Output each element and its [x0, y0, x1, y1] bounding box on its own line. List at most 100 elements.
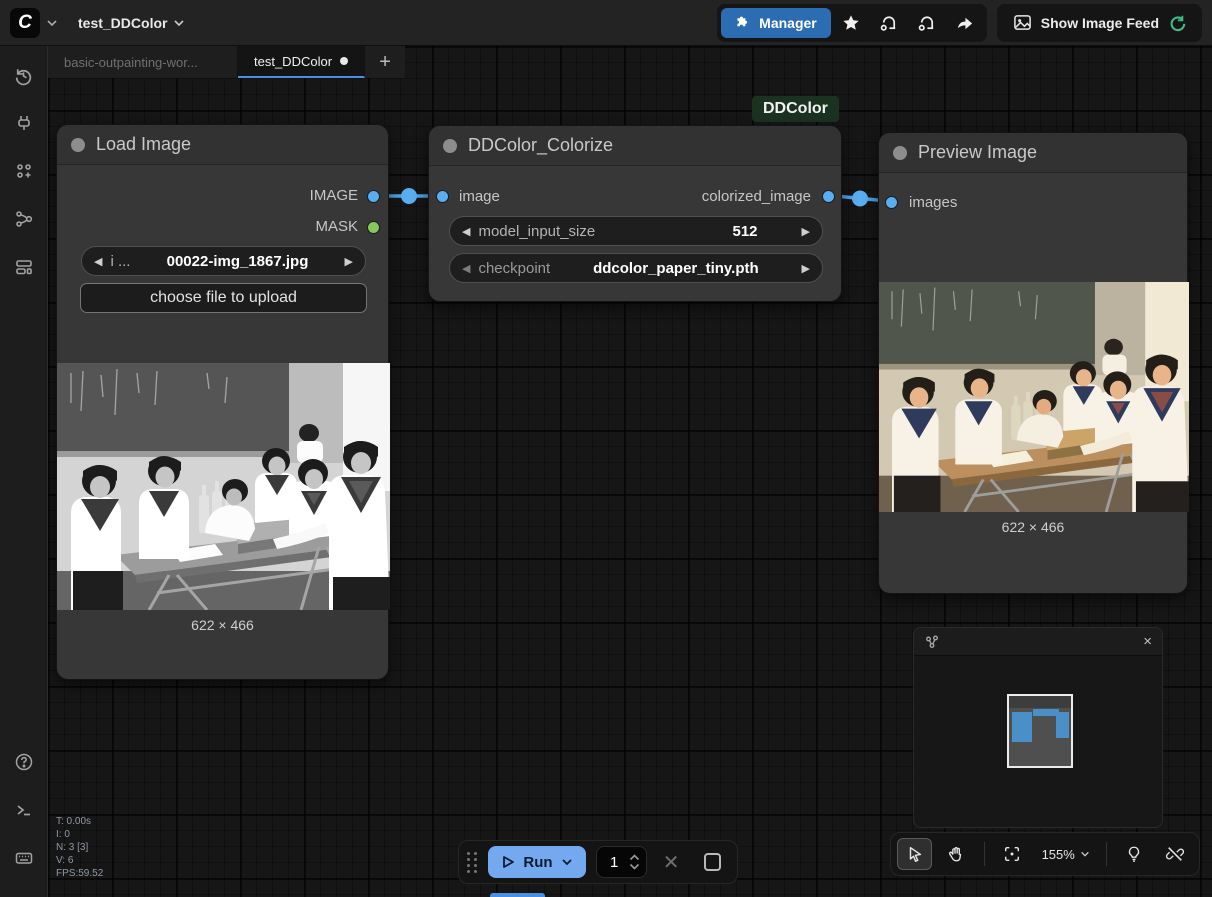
decrement-arrow-icon[interactable]: ◀	[462, 225, 470, 238]
model-input-size-widget[interactable]: ◀ model_input_size 512 ▶	[449, 216, 823, 246]
stop-button[interactable]	[704, 853, 721, 871]
run-options-chevron-icon[interactable]	[561, 856, 573, 868]
node-header[interactable]: Preview Image	[879, 133, 1187, 173]
image-feed-toolbar: Show Image Feed	[997, 4, 1202, 42]
run-control-bar: Run 1 ✕	[458, 840, 738, 884]
output-port-mask[interactable]	[367, 221, 380, 234]
comfyui-logo[interactable]: C	[10, 8, 40, 38]
next-arrow-icon[interactable]: ▶	[802, 262, 810, 275]
toggle-theme-button[interactable]	[1117, 838, 1152, 870]
run-button[interactable]: Run	[488, 846, 586, 878]
minimap-graph-icon	[924, 634, 940, 650]
canvas-stats: T: 0.00s I: 0 N: 3 [3] V: 6 FPS:59.52	[56, 815, 103, 880]
stat-version: V: 6	[56, 854, 103, 867]
node-canvas[interactable]: DDColor Load Image IMAGE MASK ◀ i ... 00…	[48, 46, 1212, 897]
tab-label: test_DDColor	[254, 54, 332, 69]
combo-label: i ...	[110, 253, 130, 270]
workflow-gallery-button[interactable]	[871, 8, 907, 38]
tab-test-ddcolor[interactable]: test_DDColor	[238, 46, 365, 78]
loaded-image-preview	[57, 363, 390, 610]
focus-icon	[1003, 845, 1021, 863]
new-tab-button[interactable]: +	[365, 46, 405, 78]
manager-label: Manager	[759, 15, 817, 31]
cancel-run-button[interactable]: ✕	[657, 850, 686, 875]
increment-arrow-icon[interactable]: ▶	[802, 225, 810, 238]
zoom-level-dropdown[interactable]: 155%	[1036, 847, 1096, 862]
view-toolbar: 155%	[890, 832, 1200, 876]
unsaved-dot-icon	[340, 57, 348, 65]
node-ddcolor-colorize[interactable]: DDColor_Colorize image colorized_image ◀…	[428, 125, 842, 302]
prev-arrow-icon[interactable]: ◀	[462, 262, 470, 275]
vacuum-icon	[879, 13, 898, 32]
checkpoint-widget[interactable]: ◀ checkpoint ddcolor_paper_tiny.pth ▶	[449, 253, 823, 283]
minimap-viewport[interactable]	[1007, 694, 1073, 768]
link-midpoint-dot	[401, 188, 417, 204]
show-image-feed-button[interactable]: Show Image Feed	[1001, 8, 1198, 38]
minimap-group-region	[1009, 696, 1071, 708]
star-icon	[842, 14, 860, 32]
vacuum-icon	[917, 13, 936, 32]
input-port-image[interactable]	[436, 190, 449, 203]
node-preview-image[interactable]: Preview Image images	[878, 132, 1188, 594]
node-load-image[interactable]: Load Image IMAGE MASK ◀ i ... 00022-img_…	[56, 124, 389, 680]
batch-count-input[interactable]: 1	[596, 846, 647, 878]
run-label: Run	[523, 854, 552, 871]
output-label-mask: MASK	[315, 218, 358, 235]
prev-arrow-icon[interactable]: ◀	[94, 255, 102, 268]
output-label-colorized-image: colorized_image	[702, 188, 811, 205]
tab-basic-outpainting[interactable]: basic-outpainting-wor...	[48, 46, 238, 78]
output-port-colorized-image[interactable]	[822, 190, 835, 203]
play-icon	[501, 855, 515, 869]
minimap-node-preview	[1056, 712, 1069, 738]
node-header[interactable]: DDColor_Colorize	[429, 126, 841, 166]
fit-view-button[interactable]	[994, 838, 1029, 870]
workflow-name[interactable]: test_DDColor	[78, 15, 167, 31]
minimap-body[interactable]	[914, 656, 1162, 828]
workflow-gallery-button-2[interactable]	[909, 8, 945, 38]
cursor-icon	[906, 845, 924, 863]
manager-button[interactable]: Manager	[721, 8, 831, 38]
stat-nodes: N: 3 [3]	[56, 841, 103, 854]
sidebar-terminal-button[interactable]	[6, 791, 42, 829]
sidebar-shortcuts-button[interactable]	[6, 839, 42, 877]
sidebar-workflows-button[interactable]	[6, 200, 42, 238]
input-port-images[interactable]	[885, 196, 898, 209]
choose-file-button[interactable]: choose file to upload	[80, 283, 367, 313]
stat-fps: FPS:59.52	[56, 867, 103, 880]
pan-tool-button[interactable]	[938, 838, 973, 870]
share-button[interactable]	[947, 8, 983, 38]
node-title: Load Image	[96, 134, 191, 155]
unlink-icon	[1166, 845, 1184, 863]
sidebar-node-library-button[interactable]	[6, 152, 42, 190]
step-up-icon[interactable]	[629, 854, 640, 861]
sidebar-model-library-button[interactable]	[6, 104, 42, 142]
sidebar-queue-history-button[interactable]	[6, 56, 42, 94]
next-arrow-icon[interactable]: ▶	[345, 255, 353, 268]
toggle-links-button[interactable]	[1158, 838, 1193, 870]
node-title: DDColor_Colorize	[468, 135, 613, 156]
logo-menu-chevron-icon[interactable]	[46, 17, 58, 29]
node-status-dot	[443, 139, 457, 153]
workflow-chevron-icon[interactable]	[173, 17, 185, 29]
step-down-icon[interactable]	[629, 863, 640, 870]
image-dimensions-caption: 622 × 466	[57, 617, 388, 633]
output-port-image[interactable]	[367, 190, 380, 203]
sidebar-help-button[interactable]	[6, 743, 42, 781]
group-title-badge[interactable]: DDColor	[752, 96, 839, 122]
favorites-star-button[interactable]	[833, 8, 869, 38]
select-tool-button[interactable]	[897, 838, 932, 870]
node-header[interactable]: Load Image	[57, 125, 388, 165]
node-status-dot	[71, 138, 85, 152]
widget-label: checkpoint	[478, 260, 550, 277]
hidden-panel-edge	[490, 893, 545, 897]
chevron-down-icon	[1080, 849, 1090, 859]
image-file-combo[interactable]: ◀ i ... 00022-img_1867.jpg ▶	[81, 246, 366, 276]
output-label-image: IMAGE	[310, 187, 358, 204]
history-icon	[13, 65, 34, 86]
drag-handle[interactable]	[467, 852, 478, 873]
sidebar-templates-button[interactable]	[6, 248, 42, 286]
stat-time: T: 0.00s	[56, 815, 103, 828]
puzzle-icon	[735, 15, 751, 31]
stat-iterations: I: 0	[56, 828, 103, 841]
minimap-close-button[interactable]: ×	[1143, 633, 1152, 650]
